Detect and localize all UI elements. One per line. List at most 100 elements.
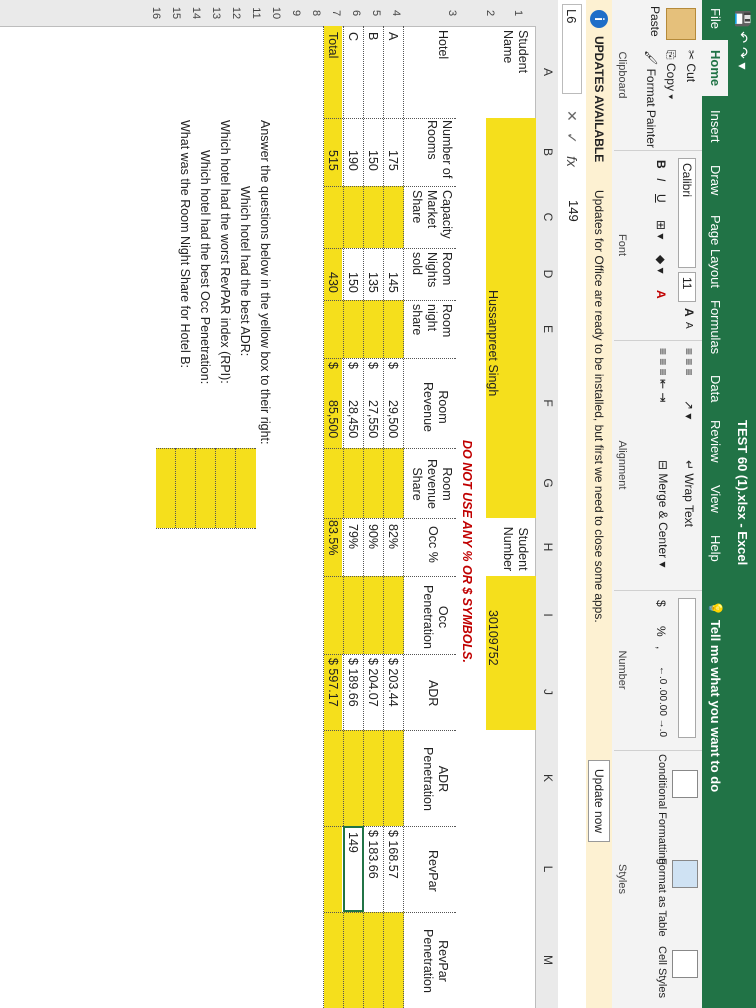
header-capacity-share[interactable]: Capacity Market Share xyxy=(409,190,454,248)
total-adr[interactable]: $ 597.17 xyxy=(326,658,340,707)
header-revenue-share[interactable]: Room Revenue Share xyxy=(409,452,454,516)
total-nights[interactable]: 430 xyxy=(326,272,340,293)
underline-button[interactable]: U xyxy=(654,194,668,203)
column-header-i[interactable]: I xyxy=(541,576,555,654)
column-header-f[interactable]: F xyxy=(541,358,555,448)
format-as-table-button[interactable]: Format as Table xyxy=(656,858,668,937)
update-now-button[interactable]: Update now xyxy=(588,760,610,843)
column-header-b[interactable]: B xyxy=(541,118,555,186)
grow-font-button[interactable]: A xyxy=(682,308,696,317)
fill-color-icon[interactable]: ◆ ▾ xyxy=(654,255,668,274)
tell-me-search[interactable]: 💡 Tell me what you want to do xyxy=(707,600,723,792)
tab-file[interactable]: File xyxy=(708,8,723,29)
cell-hotel[interactable]: B xyxy=(366,32,380,40)
increase-decimal-button[interactable]: ←.0 .00 xyxy=(657,666,668,701)
cell-hotel[interactable]: C xyxy=(346,32,360,41)
insert-function-icon[interactable]: fx xyxy=(564,156,580,167)
row-header[interactable]: 10 xyxy=(270,0,282,26)
paste-button[interactable]: Paste xyxy=(648,6,662,37)
cell-rooms[interactable]: 150 xyxy=(366,150,380,171)
cell-occ[interactable]: 79% xyxy=(346,524,360,549)
total-rooms[interactable]: 515 xyxy=(326,150,340,171)
cell-revpar[interactable]: 149 xyxy=(346,832,360,853)
question-worst-rpi[interactable]: Which hotel had the worst RevPAR index (… xyxy=(218,120,232,384)
enter-icon[interactable]: ✓ xyxy=(563,132,580,144)
align-top-icons[interactable]: ≡ ≡ ≡ xyxy=(682,348,696,376)
format-painter-button[interactable]: 🖌 Format Painter xyxy=(644,50,658,148)
cell-revenue[interactable]: 28,450 xyxy=(346,400,360,438)
cell-nights[interactable]: 135 xyxy=(366,272,380,293)
question-best-occ-pen[interactable]: Which hotel had the best Occ Penetration… xyxy=(198,150,212,384)
question-best-adr[interactable]: Which hotel had the best ADR: xyxy=(238,186,252,356)
shrink-font-button[interactable]: A xyxy=(683,322,694,329)
student-name-label[interactable]: Student Name xyxy=(500,30,530,90)
align-left-icons[interactable]: ≡ ≡ ≡ ⇤ ⇥ xyxy=(656,348,670,402)
row-header[interactable]: 11 xyxy=(250,0,262,26)
cell-adr[interactable]: $ 204.07 xyxy=(366,658,380,707)
row-header[interactable]: 6 xyxy=(350,0,362,26)
header-hotel[interactable]: Hotel xyxy=(436,30,450,59)
tab-view[interactable]: View xyxy=(708,485,723,513)
header-adr-penetration[interactable]: ADR Penetration xyxy=(420,734,450,824)
student-number-label[interactable]: Student Number xyxy=(500,524,530,574)
header-revpar[interactable]: RevPar xyxy=(426,850,440,892)
comma-button[interactable]: , xyxy=(654,646,668,649)
copy-button[interactable]: ⎘ Copy ▾ xyxy=(663,50,678,99)
student-number-value[interactable]: 30109752 xyxy=(486,610,500,666)
header-revpar-penetration[interactable]: RevPar Penetration xyxy=(420,916,450,1006)
cell-adr[interactable]: $ 203.44 xyxy=(386,658,400,707)
name-box[interactable]: L6 xyxy=(562,4,582,94)
tab-data[interactable]: Data xyxy=(708,375,723,402)
currency-button[interactable]: $ xyxy=(654,600,668,607)
column-header-d[interactable]: D xyxy=(541,248,555,300)
tab-insert[interactable]: Insert xyxy=(708,110,723,143)
row-header[interactable]: 12 xyxy=(230,0,242,26)
column-header-g[interactable]: G xyxy=(541,448,555,518)
tab-review[interactable]: Review xyxy=(708,420,723,463)
tab-help[interactable]: Help xyxy=(708,535,723,562)
column-header-j[interactable]: J xyxy=(541,654,555,730)
column-header-l[interactable]: L xyxy=(541,826,555,912)
header-adr[interactable]: ADR xyxy=(426,680,440,706)
cancel-icon[interactable]: ✕ xyxy=(563,110,580,122)
bold-button[interactable]: B xyxy=(654,160,668,169)
total-revenue[interactable]: 85,500 xyxy=(326,400,340,438)
cell-revenue[interactable]: 27,550 xyxy=(366,400,380,438)
row-header[interactable]: 14 xyxy=(190,0,202,26)
total-label[interactable]: Total xyxy=(326,32,340,58)
cell-revpar[interactable]: $ 183.66 xyxy=(366,830,380,879)
row-header[interactable]: 15 xyxy=(170,0,182,26)
tab-page-layout[interactable]: Page Layout xyxy=(708,215,723,288)
header-room-revenue[interactable]: Room Revenue xyxy=(420,372,450,442)
row-header[interactable]: 1 xyxy=(512,0,524,26)
header-occ[interactable]: Occ % xyxy=(426,526,440,563)
column-header-e[interactable]: E xyxy=(541,300,555,358)
font-color-button[interactable]: A xyxy=(654,290,668,299)
tab-home[interactable]: Home xyxy=(702,40,728,97)
number-format-select[interactable] xyxy=(678,598,696,738)
borders-icon[interactable]: ⊞ ▾ xyxy=(654,220,668,239)
header-night-share[interactable]: Room night share xyxy=(409,304,454,356)
row-header[interactable]: 7 xyxy=(330,0,342,26)
cell-occ[interactable]: 90% xyxy=(366,524,380,549)
column-header-h[interactable]: H xyxy=(541,518,555,576)
orientation-icon[interactable]: ↗ ▾ xyxy=(682,400,696,419)
row-header[interactable]: 5 xyxy=(370,0,382,26)
italic-button[interactable]: I xyxy=(654,178,668,181)
question-room-night-share[interactable]: What was the Room Night Share for Hotel … xyxy=(178,120,192,368)
header-rooms[interactable]: Number of Rooms xyxy=(424,120,454,184)
total-occ[interactable]: 83.5% xyxy=(326,520,340,555)
cell-revenue[interactable]: 29,500 xyxy=(386,400,400,438)
cell-styles-icon[interactable] xyxy=(672,950,698,978)
cut-button[interactable]: ✂ Cut xyxy=(684,50,698,82)
column-header-m[interactable]: M xyxy=(541,912,555,1008)
cell-rooms[interactable]: 190 xyxy=(346,150,360,171)
quick-access-toolbar[interactable]: 💾 ↶ ↷ ▾ xyxy=(734,10,751,70)
cell-hotel[interactable]: A xyxy=(386,32,400,40)
column-header-c[interactable]: C xyxy=(541,186,555,248)
cell-nights[interactable]: 150 xyxy=(346,272,360,293)
percent-button[interactable]: % xyxy=(654,626,668,637)
format-as-table-icon[interactable] xyxy=(672,860,698,888)
questions-intro[interactable]: Answer the questions below in the yellow… xyxy=(258,120,272,444)
font-size-select[interactable]: 11 xyxy=(678,272,696,302)
